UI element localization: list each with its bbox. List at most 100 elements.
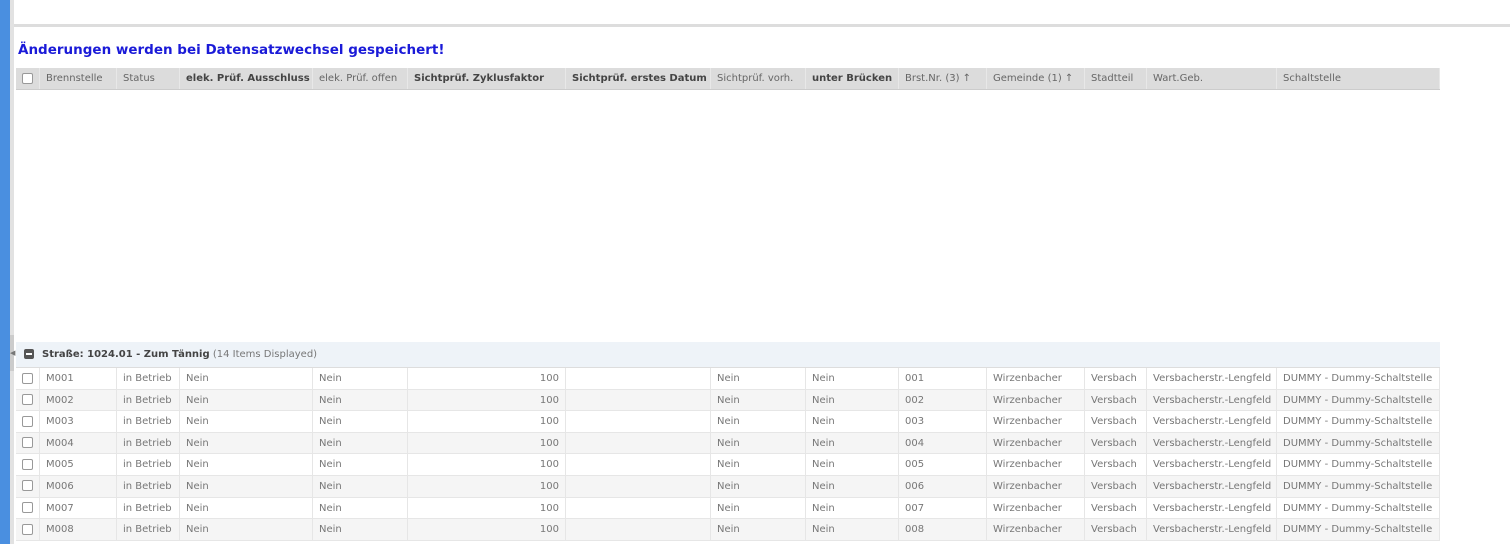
table-cell: 007 bbox=[899, 497, 987, 519]
table-cell: M001 bbox=[40, 368, 117, 389]
row-checkbox[interactable] bbox=[16, 497, 40, 519]
group-title: Straße: 1024.01 - Zum Tännig bbox=[42, 349, 210, 360]
group-row[interactable]: Straße: 1024.01 - Zum Tännig (14 Items D… bbox=[16, 342, 1440, 368]
table-row[interactable]: M005 in Betrieb Nein Nein 100 Nein Nein 005 Wirz… bbox=[16, 454, 1440, 476]
column-header[interactable]: Status bbox=[117, 68, 180, 89]
column-header[interactable]: Stadtteil bbox=[1085, 68, 1147, 89]
table-cell: in Betrieb bbox=[117, 389, 180, 411]
table-row[interactable]: M004 in Betrieb Nein Nein 100 Nein Nein 004 Wirz… bbox=[16, 432, 1440, 455]
table-cell: Versbacherstr.-Lengfeld bbox=[1147, 454, 1277, 475]
table-cell: Nein bbox=[806, 475, 899, 497]
table-cell: Nein bbox=[313, 519, 408, 540]
table-cell: Wirzenbacher bbox=[987, 475, 1085, 497]
table-cell: Nein bbox=[806, 497, 899, 519]
column-header[interactable]: Sichtprüf. Zyklusfaktor bbox=[408, 68, 566, 89]
table-row[interactable]: M002 in Betrieb Nein Nein 100 Nein Nein 002 Wirz… bbox=[16, 389, 1440, 412]
table-cell: Wirzenbacher bbox=[987, 497, 1085, 519]
table-cell: Nein bbox=[180, 411, 313, 432]
table-cell: DUMMY - Dummy-Schaltstelle bbox=[1277, 519, 1440, 540]
table-cell: 008 bbox=[899, 519, 987, 540]
select-all-checkbox[interactable] bbox=[16, 68, 40, 89]
column-header[interactable]: Sichtprüf. erstes Datum bbox=[566, 68, 711, 89]
table-row[interactable]: M008 in Betrieb Nein Nein 100 Nein Nein 008 Wirz… bbox=[16, 519, 1440, 541]
table-cell: in Betrieb bbox=[117, 497, 180, 519]
table-cell bbox=[566, 454, 711, 475]
table-cell: Versbacherstr.-Lengfeld bbox=[1147, 432, 1277, 454]
table-cell: Nein bbox=[711, 519, 806, 540]
table-cell: Nein bbox=[806, 389, 899, 411]
collapse-panel-arrow-icon[interactable]: ◀ bbox=[10, 335, 15, 371]
table-cell: Versbach bbox=[1085, 454, 1147, 475]
column-header[interactable]: Brennstelle bbox=[40, 68, 117, 89]
table-row[interactable]: M003 in Betrieb Nein Nein 100 Nein Nein 003 Wirz… bbox=[16, 411, 1440, 433]
column-header[interactable]: unter Brücken bbox=[806, 68, 899, 89]
column-header[interactable]: elek. Prüf. Ausschluss bbox=[180, 68, 313, 89]
table-cell: Nein bbox=[711, 368, 806, 389]
table-cell: 004 bbox=[899, 432, 987, 454]
table-cell: Versbach bbox=[1085, 497, 1147, 519]
table-cell: 002 bbox=[899, 389, 987, 411]
table-cell: Nein bbox=[711, 411, 806, 432]
panel-splitter[interactable] bbox=[10, 0, 14, 544]
row-checkbox[interactable] bbox=[16, 475, 40, 497]
table-cell bbox=[566, 497, 711, 519]
table-cell: Versbach bbox=[1085, 519, 1147, 540]
table-cell: Nein bbox=[806, 519, 899, 540]
table-cell: Nein bbox=[711, 454, 806, 475]
table-cell: DUMMY - Dummy-Schaltstelle bbox=[1277, 497, 1440, 519]
table-cell bbox=[566, 368, 711, 389]
table-cell bbox=[566, 432, 711, 454]
table-cell: in Betrieb bbox=[117, 519, 180, 540]
table-cell: 001 bbox=[899, 368, 987, 389]
table-cell: 100 bbox=[408, 368, 566, 389]
table-cell: Nein bbox=[806, 454, 899, 475]
table-cell: Nein bbox=[180, 368, 313, 389]
row-checkbox[interactable] bbox=[16, 368, 40, 389]
table-cell: Nein bbox=[180, 475, 313, 497]
table-cell: Nein bbox=[806, 432, 899, 454]
table-cell: M004 bbox=[40, 432, 117, 454]
column-header[interactable]: Sichtprüf. vorh. bbox=[711, 68, 806, 89]
table-cell: in Betrieb bbox=[117, 432, 180, 454]
table-cell bbox=[566, 389, 711, 411]
table-cell: M003 bbox=[40, 411, 117, 432]
table-cell: Nein bbox=[711, 389, 806, 411]
table-cell: in Betrieb bbox=[117, 411, 180, 432]
table-cell: Nein bbox=[313, 497, 408, 519]
table-cell: 100 bbox=[408, 519, 566, 540]
table-cell: Versbacherstr.-Lengfeld bbox=[1147, 475, 1277, 497]
row-checkbox[interactable] bbox=[16, 432, 40, 454]
table-cell: Versbach bbox=[1085, 475, 1147, 497]
table-cell: DUMMY - Dummy-Schaltstelle bbox=[1277, 432, 1440, 454]
table-cell: Versbacherstr.-Lengfeld bbox=[1147, 497, 1277, 519]
table-row[interactable]: M001 in Betrieb Nein Nein 100 Nein Nein 001 Wirz… bbox=[16, 368, 1440, 390]
row-checkbox[interactable] bbox=[16, 389, 40, 411]
row-checkbox[interactable] bbox=[16, 411, 40, 432]
column-header[interactable]: Brst.Nr. (3) ↑ bbox=[899, 68, 987, 89]
collapse-group-icon[interactable] bbox=[24, 349, 34, 359]
top-panel bbox=[14, 0, 1510, 27]
column-header[interactable]: Gemeinde (1) ↑ bbox=[987, 68, 1085, 89]
column-header[interactable]: elek. Prüf. offen bbox=[313, 68, 408, 89]
table-cell: Nein bbox=[180, 497, 313, 519]
table-cell: Nein bbox=[313, 389, 408, 411]
row-checkbox[interactable] bbox=[16, 454, 40, 475]
table-cell: Nein bbox=[313, 454, 408, 475]
row-checkbox[interactable] bbox=[16, 519, 40, 540]
table-cell: DUMMY - Dummy-Schaltstelle bbox=[1277, 475, 1440, 497]
table-cell: Wirzenbacher bbox=[987, 432, 1085, 454]
table-cell: 100 bbox=[408, 389, 566, 411]
table-cell bbox=[566, 475, 711, 497]
column-header[interactable]: Schaltstelle bbox=[1277, 68, 1440, 89]
table-cell: Nein bbox=[180, 454, 313, 475]
save-notice: Änderungen werden bei Datensatzwechsel g… bbox=[18, 42, 445, 58]
table-cell: Nein bbox=[711, 497, 806, 519]
column-header[interactable]: Wart.Geb. bbox=[1147, 68, 1277, 89]
table-cell: Wirzenbacher bbox=[987, 411, 1085, 432]
group-count: (14 Items Displayed) bbox=[212, 349, 318, 360]
table-cell: Versbacherstr.-Lengfeld bbox=[1147, 519, 1277, 540]
table-row[interactable]: M007 in Betrieb Nein Nein 100 Nein Nein 007 Wirz… bbox=[16, 497, 1440, 520]
table-row[interactable]: M006 in Betrieb Nein Nein 100 Nein Nein 006 Wirz… bbox=[16, 475, 1440, 498]
table-cell: 100 bbox=[408, 411, 566, 432]
table-cell: Nein bbox=[313, 432, 408, 454]
